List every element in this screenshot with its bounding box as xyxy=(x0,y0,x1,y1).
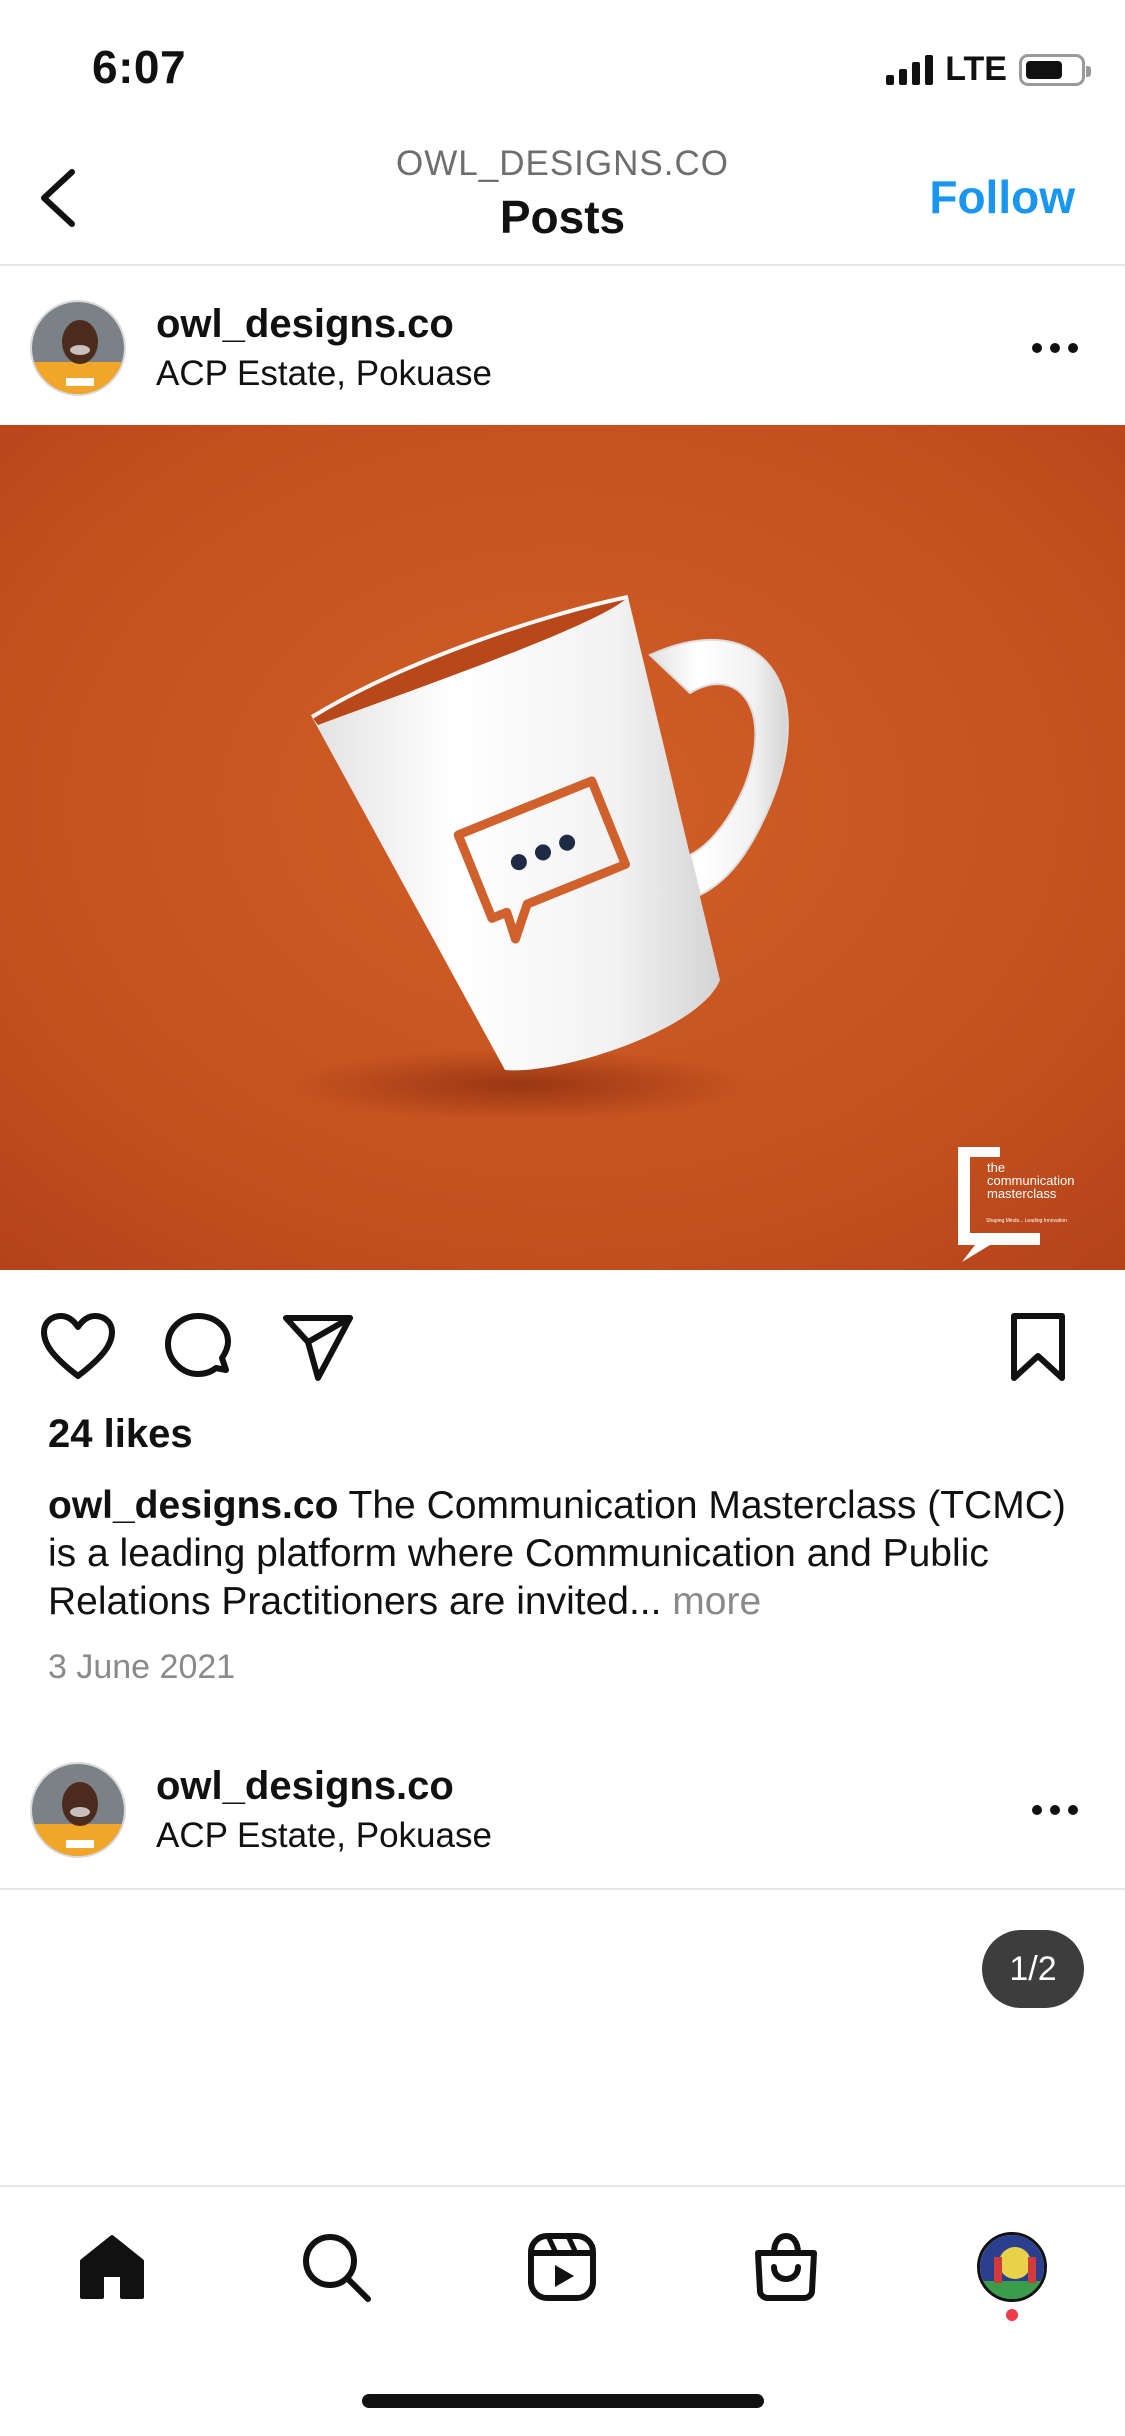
tab-search[interactable] xyxy=(296,2227,376,2307)
network-label: LTE xyxy=(945,50,1007,88)
more-horizontal-icon xyxy=(1032,1805,1078,1815)
status-time: 6:07 xyxy=(92,41,187,93)
home-indicator[interactable] xyxy=(362,2394,764,2408)
tab-profile[interactable] xyxy=(972,2227,1052,2307)
home-icon xyxy=(80,2235,144,2299)
brand-text-line: masterclass xyxy=(987,1186,1057,1201)
comment-icon xyxy=(165,1313,231,1377)
more-horizontal-icon xyxy=(1032,343,1078,353)
next-post-header: owl_designs.co ACP Estate, Pokuase xyxy=(0,1730,1125,1888)
reels-icon xyxy=(528,2233,596,2301)
status-bar: 6:07 LTE xyxy=(0,0,1125,130)
nav-header: OWL_DESIGNS.CO Posts Follow xyxy=(0,130,1125,266)
avatar[interactable] xyxy=(30,1762,126,1858)
post-header: owl_designs.co ACP Estate, Pokuase xyxy=(0,268,1125,426)
post-location[interactable]: ACP Estate, Pokuase xyxy=(156,354,492,394)
follow-button[interactable]: Follow xyxy=(929,170,1075,224)
post-username[interactable]: owl_designs.co xyxy=(156,302,454,347)
post-location[interactable]: ACP Estate, Pokuase xyxy=(156,1816,492,1856)
tab-bar xyxy=(0,2185,1125,2325)
caption-more-link[interactable]: more xyxy=(672,1580,761,1623)
avatar[interactable] xyxy=(30,300,126,396)
save-button[interactable] xyxy=(1008,1312,1068,1389)
bookmark-icon xyxy=(1011,1313,1065,1381)
divider xyxy=(0,1888,1125,1890)
search-icon xyxy=(303,2234,371,2302)
shopping-bag-icon xyxy=(755,2232,817,2301)
post-caption: owl_designs.co The Communication Masterc… xyxy=(48,1482,1088,1626)
signal-icon xyxy=(886,54,934,85)
caption-username[interactable]: owl_designs.co xyxy=(48,1484,338,1527)
post-username[interactable]: owl_designs.co xyxy=(156,1764,454,1809)
avatar-image xyxy=(32,1764,124,1856)
screen: 6:07 LTE OWL_DESIGNS.CO Posts Follow owl… xyxy=(0,0,1125,2436)
comment-button[interactable] xyxy=(162,1312,234,1389)
profile-avatar xyxy=(977,2232,1047,2302)
post-image[interactable]: the communication masterclass Shaping Mi… xyxy=(0,425,1125,1270)
carousel-page-counter: 1/2 xyxy=(982,1930,1084,2008)
status-indicators: LTE xyxy=(886,50,1091,89)
battery-icon xyxy=(1019,53,1091,86)
brand-tagline: Shaping Minds... Leading Innovation xyxy=(986,1218,1067,1224)
action-bar xyxy=(0,1270,1125,1415)
more-options-button[interactable] xyxy=(1025,328,1085,368)
share-button[interactable] xyxy=(282,1312,354,1389)
tab-reels[interactable] xyxy=(522,2227,602,2307)
more-options-button[interactable] xyxy=(1025,1790,1085,1830)
like-count[interactable]: 24 likes xyxy=(48,1412,193,1457)
avatar-image xyxy=(32,302,124,394)
like-button[interactable] xyxy=(40,1312,116,1387)
send-icon xyxy=(283,1315,353,1381)
post-date: 3 June 2021 xyxy=(48,1648,236,1686)
heart-icon xyxy=(41,1313,115,1379)
brand-logo-text: the communication masterclass xyxy=(987,1161,1074,1200)
notification-dot xyxy=(1006,2309,1018,2321)
tab-home[interactable] xyxy=(72,2227,152,2307)
tab-shop[interactable] xyxy=(746,2227,826,2307)
mug-photo xyxy=(0,425,1125,1270)
